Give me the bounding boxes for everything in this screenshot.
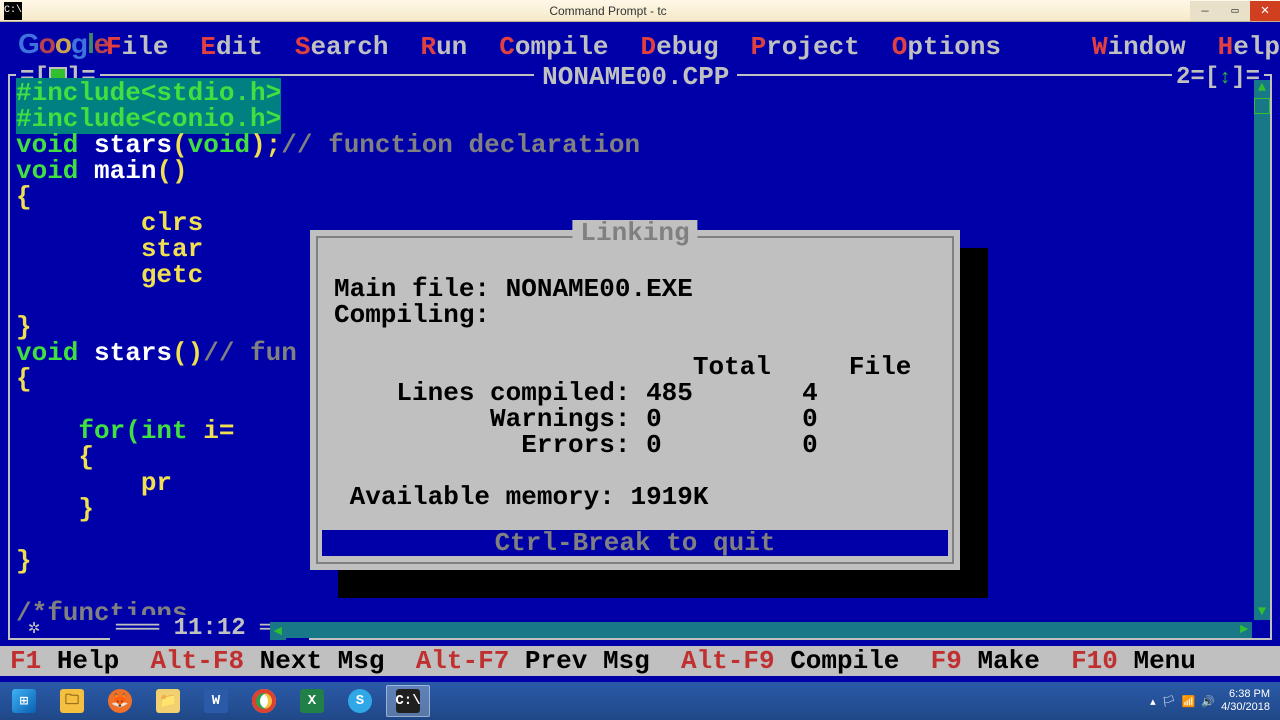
tray-action-center-icon[interactable]: 🏳: [1162, 695, 1176, 708]
dialog-title: Linking: [572, 220, 697, 246]
window-title: Command Prompt - tc: [26, 4, 1190, 18]
folder-icon: 📁: [156, 689, 180, 713]
menu-window[interactable]: Window: [1092, 32, 1186, 62]
system-tray[interactable]: ▴ 🏳 📶 🔊 6:38 PM 4/30/2018: [1150, 688, 1278, 714]
cmd-icon: C:\: [396, 689, 420, 713]
status-key-altf9[interactable]: Alt-F9: [681, 646, 775, 676]
status-key-f10[interactable]: F10: [1071, 646, 1118, 676]
status-key-f9[interactable]: F9: [931, 646, 962, 676]
taskbar-excel[interactable]: X: [290, 685, 334, 717]
scroll-right-icon[interactable]: ►: [1236, 622, 1252, 638]
code-token: }: [16, 494, 94, 524]
mode-indicator-icon: ✲: [28, 614, 40, 640]
taskbar-command-prompt[interactable]: C:\: [386, 685, 430, 717]
taskbar-chrome[interactable]: [242, 685, 286, 717]
code-token: void: [188, 130, 250, 160]
taskbar-file-explorer-pinned[interactable]: 🗀: [50, 685, 94, 717]
status-f10-label: Menu: [1118, 646, 1196, 676]
errors-file: 0: [802, 430, 818, 460]
taskbar-firefox[interactable]: 🦊: [98, 685, 142, 717]
dialog-quit-hint: Ctrl-Break to quit: [322, 530, 948, 556]
minimize-button[interactable]: —: [1190, 1, 1220, 21]
status-key-f1[interactable]: F1: [10, 646, 41, 676]
tray-chevron-up-icon[interactable]: ▴: [1150, 695, 1156, 708]
menu-run[interactable]: Run: [420, 32, 467, 62]
status-key-altf7[interactable]: Alt-F7: [416, 646, 510, 676]
windows-taskbar: ⊞ 🗀 🦊 📁 W X S C:\ ▴ 🏳 📶 🔊 6:38 PM 4/30/2…: [0, 682, 1280, 720]
tray-volume-icon[interactable]: 🔊: [1201, 695, 1215, 708]
code-token: // fun: [203, 338, 297, 368]
menu-file[interactable]: File: [106, 32, 168, 62]
code-token: );: [250, 130, 281, 160]
chrome-icon: [252, 689, 276, 713]
menu-debug[interactable]: Debug: [641, 32, 719, 62]
code-token: {: [16, 364, 32, 394]
word-icon: W: [204, 689, 228, 713]
memory-value: 1919K: [630, 482, 708, 512]
start-button[interactable]: ⊞: [2, 685, 46, 717]
menu-search[interactable]: Search: [295, 32, 389, 62]
status-key-altf8[interactable]: Alt-F8: [150, 646, 244, 676]
code-token: (): [172, 338, 203, 368]
folder-tree-icon: 🗀: [60, 689, 84, 713]
taskbar-explorer[interactable]: 📁: [146, 685, 190, 717]
window-buttons: — ▭ ✕: [1190, 1, 1280, 21]
menu-project[interactable]: Project: [751, 32, 860, 62]
code-token: main: [94, 156, 156, 186]
window-titlebar: C:\ Command Prompt - tc — ▭ ✕: [0, 0, 1280, 22]
linking-dialog: Linking Main file: NONAME00.EXE Compilin…: [310, 230, 960, 570]
code-token: i=: [188, 416, 235, 446]
dialog-body: Main file: NONAME00.EXE Compiling: Total…: [318, 238, 952, 516]
code-token: getc: [16, 260, 203, 290]
scroll-left-icon[interactable]: ◄: [270, 624, 286, 640]
memory-label: Available memory:: [350, 482, 631, 512]
scroll-up-icon[interactable]: ▲: [1254, 80, 1270, 96]
taskbar-clock[interactable]: 6:38 PM 4/30/2018: [1221, 688, 1270, 714]
file-header: File: [849, 352, 911, 382]
clock-time: 6:38 PM: [1221, 688, 1270, 701]
menu-options[interactable]: Options: [892, 32, 1001, 62]
errors-total: 0: [646, 430, 662, 460]
firefox-icon: 🦊: [108, 689, 132, 713]
menu-edit[interactable]: Edit: [200, 32, 262, 62]
close-button[interactable]: ✕: [1250, 1, 1280, 21]
scroll-down-icon[interactable]: ▼: [1254, 604, 1270, 620]
windows-icon: ⊞: [12, 689, 36, 713]
vertical-scrollbar[interactable]: ▲ ▼: [1254, 80, 1270, 620]
code-token: stars: [94, 338, 172, 368]
tray-network-icon[interactable]: 📶: [1182, 695, 1196, 708]
status-altf9-label: Compile: [775, 646, 931, 676]
scroll-thumb[interactable]: [1254, 98, 1270, 114]
horizontal-scrollbar[interactable]: ◄ ►: [270, 622, 1252, 638]
compiling-label: Compiling:: [334, 300, 490, 330]
errors-label: Errors:: [521, 430, 630, 460]
status-altf8-label: Next Msg: [244, 646, 416, 676]
tc-status-bar: F1 Help Alt-F8 Next Msg Alt-F7 Prev Msg …: [0, 646, 1280, 676]
status-f9-label: Make: [962, 646, 1071, 676]
code-token: (): [156, 156, 187, 186]
code-token: int: [141, 416, 188, 446]
main-file-value: NONAME00.EXE: [506, 274, 693, 304]
menu-compile[interactable]: Compile: [499, 32, 608, 62]
skype-icon: S: [348, 689, 372, 713]
status-f1-label: Help: [41, 646, 150, 676]
code-token: }: [16, 546, 32, 576]
turbo-c-screen: Google File Edit Search Run Compile Debu…: [0, 22, 1280, 682]
status-altf7-label: Prev Msg: [509, 646, 681, 676]
taskbar-skype[interactable]: S: [338, 685, 382, 717]
taskbar-word[interactable]: W: [194, 685, 238, 717]
total-header: Total: [693, 352, 771, 382]
tc-menu-bar: File Edit Search Run Compile Debug Proje…: [0, 32, 1280, 62]
code-token: // function declaration: [281, 130, 640, 160]
maximize-button[interactable]: ▭: [1220, 1, 1250, 21]
clock-date: 4/30/2018: [1221, 701, 1270, 714]
menu-help[interactable]: Help: [1218, 32, 1280, 62]
excel-icon: X: [300, 689, 324, 713]
window-icon: C:\: [4, 2, 22, 20]
